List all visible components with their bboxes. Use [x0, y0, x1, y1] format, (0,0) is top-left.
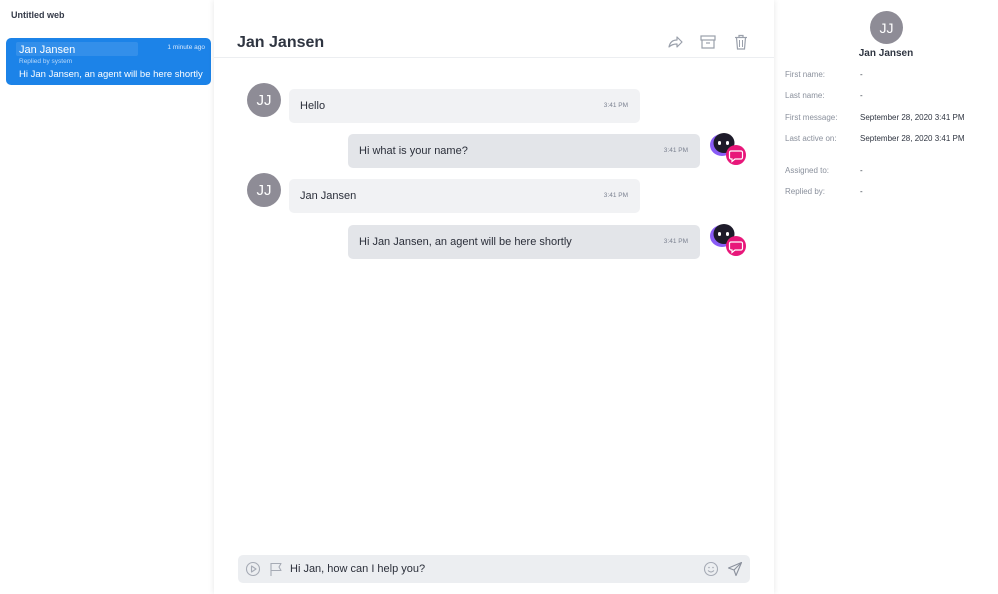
bot-avatar-icon [710, 224, 746, 256]
share-icon[interactable] [666, 33, 684, 51]
conversation-preview: Hi Jan Jansen, an agent will be here sho… [19, 69, 203, 80]
message-time: 3:41 PM [603, 102, 628, 109]
conversation-sidebar: Untitled web Jan Jansen 1 minute ago Rep… [0, 0, 214, 594]
archive-icon[interactable] [699, 33, 717, 51]
message-bubble: Hello 3:41 PM [289, 89, 640, 123]
trash-icon[interactable] [732, 33, 750, 51]
bot-avatar-icon [710, 133, 746, 165]
detail-value: September 28, 2020 3:41 PM [860, 134, 965, 143]
detail-label: Last active on: [785, 134, 837, 143]
detail-label: Last name: [785, 91, 825, 100]
message-time: 3:41 PM [663, 147, 688, 154]
conversation-name: Jan Jansen [19, 44, 76, 56]
conversation-item[interactable]: Jan Jansen 1 minute ago Replied by syste… [6, 38, 211, 85]
chat-header: Jan Jansen [214, 0, 774, 58]
emoji-icon[interactable] [703, 561, 719, 577]
message-bubble: Jan Jansen 3:41 PM [289, 179, 640, 213]
flag-icon[interactable] [268, 561, 284, 577]
chat-panel: Jan Jansen JJ Hello 3:41 PM Hi what is y… [214, 0, 774, 594]
conversation-subtitle: Replied by system [19, 58, 73, 65]
message-bubble: Hi what is your name? 3:41 PM [348, 134, 700, 168]
message-text: Jan Jansen [300, 190, 357, 202]
chat-title: Jan Jansen [237, 34, 325, 51]
send-icon[interactable] [727, 561, 743, 577]
contact-name: Jan Jansen [858, 48, 914, 59]
conversation-time: 1 minute ago [167, 44, 205, 51]
message-bubble: Hi Jan Jansen, an agent will be here sho… [348, 225, 700, 259]
play-icon[interactable] [245, 561, 261, 577]
message-composer [238, 555, 750, 583]
message-input[interactable] [290, 560, 690, 578]
detail-value: September 28, 2020 3:41 PM [860, 113, 965, 122]
detail-label: First name: [785, 70, 826, 79]
user-avatar: JJ [247, 173, 281, 207]
message-time: 3:41 PM [603, 192, 628, 199]
message-time: 3:41 PM [663, 238, 688, 245]
detail-value: - [860, 187, 863, 196]
sidebar-title: Untitled web [11, 10, 65, 20]
detail-label: Assigned to: [785, 166, 830, 175]
message-text: Hi what is your name? [359, 145, 468, 157]
detail-value: - [860, 70, 863, 79]
detail-value: - [860, 166, 863, 175]
message-text: Hello [300, 100, 326, 112]
detail-label: Replied by: [785, 187, 826, 196]
user-avatar: JJ [247, 83, 281, 117]
detail-label: First message: [785, 113, 838, 122]
contact-details-panel: JJ Jan Jansen First name: - Last name: -… [774, 0, 998, 594]
detail-value: - [860, 91, 863, 100]
contact-avatar: JJ [870, 11, 903, 44]
message-text: Hi Jan Jansen, an agent will be here sho… [359, 236, 572, 248]
